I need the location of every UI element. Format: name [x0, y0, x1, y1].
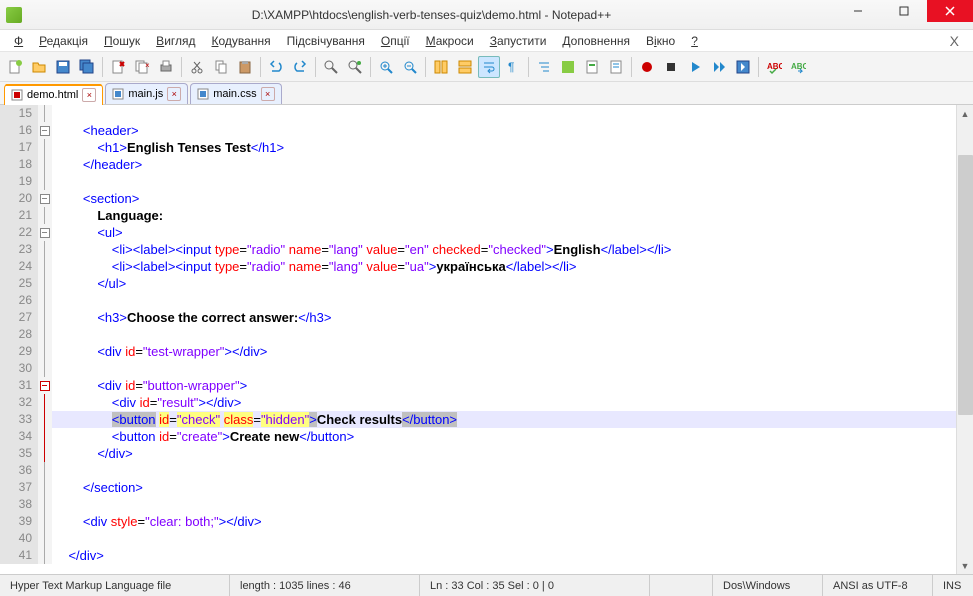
spellcheck-next-icon[interactable]: ABC: [787, 56, 809, 78]
svg-text:¶: ¶: [508, 60, 514, 74]
vertical-scrollbar[interactable]: ▲ ▼: [956, 105, 973, 574]
stop-macro-icon[interactable]: [660, 56, 682, 78]
menu-run[interactable]: Запустити: [482, 32, 555, 50]
maximize-button[interactable]: [881, 0, 927, 22]
menu-bar: Ф Редакція Пошук Вигляд Кодування Підсві…: [0, 30, 973, 52]
menu-edit[interactable]: Редакція: [31, 32, 96, 50]
menu-help[interactable]: ?: [683, 32, 706, 50]
play-multi-icon[interactable]: [708, 56, 730, 78]
status-mode: INS: [933, 575, 973, 596]
open-file-icon[interactable]: [28, 56, 50, 78]
file-icon: [112, 88, 124, 100]
status-length: length : 1035 lines : 46: [230, 575, 420, 596]
title-bar: D:\XAMPP\htdocs\english-verb-tenses-quiz…: [0, 0, 973, 30]
svg-text:ABC: ABC: [791, 62, 806, 71]
tab-label: main.css: [213, 88, 256, 100]
tab-main-css[interactable]: main.css ×: [190, 83, 281, 104]
minimize-button[interactable]: [835, 0, 881, 22]
status-position: Ln : 33 Col : 35 Sel : 0 | 0: [420, 575, 650, 596]
copy-icon[interactable]: [210, 56, 232, 78]
scroll-down-icon[interactable]: ▼: [957, 557, 973, 574]
tab-label: main.js: [128, 88, 163, 100]
code-editor[interactable]: 15 16 <header> 17 <h1>English Tenses Tes…: [0, 105, 973, 574]
zoom-in-icon[interactable]: [375, 56, 397, 78]
cut-icon[interactable]: [186, 56, 208, 78]
current-line: <button id="check" class="hidden">Check …: [52, 411, 973, 428]
indent-guide-icon[interactable]: [533, 56, 555, 78]
app-icon: [6, 7, 22, 23]
mdi-close-icon[interactable]: X: [942, 33, 967, 49]
scroll-up-icon[interactable]: ▲: [957, 105, 973, 122]
record-macro-icon[interactable]: [636, 56, 658, 78]
play-macro-icon[interactable]: [684, 56, 706, 78]
replace-icon[interactable]: [344, 56, 366, 78]
redo-icon[interactable]: [289, 56, 311, 78]
file-modified-icon: [11, 89, 23, 101]
show-all-chars-icon[interactable]: ¶: [502, 56, 524, 78]
sync-v-icon[interactable]: [430, 56, 452, 78]
status-eol: Dos\Windows: [713, 575, 823, 596]
menu-search[interactable]: Пошук: [96, 32, 148, 50]
status-bar: Hyper Text Markup Language file length :…: [0, 574, 973, 596]
tab-close-icon[interactable]: ×: [167, 87, 181, 101]
scrollbar-thumb[interactable]: [958, 155, 973, 415]
user-lang-icon[interactable]: [557, 56, 579, 78]
save-all-icon[interactable]: [76, 56, 98, 78]
tab-label: demo.html: [27, 89, 78, 101]
svg-text:×: ×: [145, 61, 150, 70]
tab-close-icon[interactable]: ×: [261, 87, 275, 101]
tab-close-icon[interactable]: ×: [82, 88, 96, 102]
menu-highlight[interactable]: Підсвічування: [279, 32, 373, 50]
menu-file[interactable]: Ф: [6, 32, 31, 50]
menu-encoding[interactable]: Кодування: [204, 32, 279, 50]
paste-icon[interactable]: [234, 56, 256, 78]
close-button[interactable]: [927, 0, 973, 22]
menu-window[interactable]: Вікно: [638, 32, 683, 50]
save-icon[interactable]: [52, 56, 74, 78]
menu-macros[interactable]: Макроси: [418, 32, 482, 50]
doc-map-icon[interactable]: [581, 56, 603, 78]
status-encoding: ANSI as UTF-8: [823, 575, 933, 596]
tab-demo-html[interactable]: demo.html ×: [4, 84, 103, 105]
print-icon[interactable]: [155, 56, 177, 78]
menu-options[interactable]: Опції: [373, 32, 418, 50]
close-all-icon[interactable]: ×: [131, 56, 153, 78]
func-list-icon[interactable]: [605, 56, 627, 78]
file-icon: [197, 88, 209, 100]
new-file-icon[interactable]: [4, 56, 26, 78]
menu-view[interactable]: Вигляд: [148, 32, 203, 50]
tab-bar: demo.html × main.js × main.css ×: [0, 82, 973, 105]
close-file-icon[interactable]: [107, 56, 129, 78]
window-title: D:\XAMPP\htdocs\english-verb-tenses-quiz…: [28, 8, 835, 22]
zoom-out-icon[interactable]: [399, 56, 421, 78]
find-icon[interactable]: [320, 56, 342, 78]
tab-main-js[interactable]: main.js ×: [105, 83, 188, 104]
save-macro-icon[interactable]: [732, 56, 754, 78]
spellcheck-icon[interactable]: ABC: [763, 56, 785, 78]
sync-h-icon[interactable]: [454, 56, 476, 78]
undo-icon[interactable]: [265, 56, 287, 78]
menu-extras[interactable]: Доповнення: [554, 32, 638, 50]
status-filetype: Hyper Text Markup Language file: [0, 575, 230, 596]
wrap-icon[interactable]: [478, 56, 500, 78]
toolbar: × ¶ ABC ABC: [0, 52, 973, 82]
